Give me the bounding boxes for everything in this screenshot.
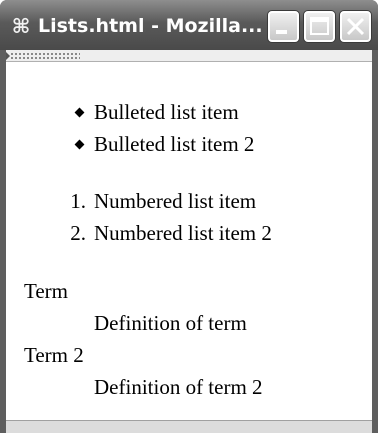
page-content: Bulleted list item Bulleted list item 2 …: [6, 62, 372, 420]
minimize-button[interactable]: [268, 11, 299, 42]
definition-term: Term 2: [24, 343, 84, 367]
bullet-icon: [74, 139, 85, 150]
list-number: 1.: [70, 189, 86, 213]
minimize-icon: [276, 30, 287, 34]
definition-description: Definition of term: [94, 311, 247, 335]
bulleted-list-item: Bulleted list item: [94, 100, 239, 124]
close-button[interactable]: [340, 11, 371, 42]
window-title: Lists.html - Mozilla...: [38, 15, 263, 37]
bulleted-list-item: Bulleted list item 2: [94, 132, 255, 156]
collapsed-toolbar[interactable]: [6, 50, 372, 62]
close-icon: [346, 17, 365, 36]
toolbar-grip[interactable]: [10, 52, 80, 60]
status-bar: [6, 420, 372, 433]
maximize-icon: [310, 17, 329, 35]
definition-description: Definition of term 2: [94, 375, 263, 399]
mozilla-app-icon[interactable]: ⌘: [9, 14, 33, 38]
definition-term: Term: [24, 279, 69, 303]
browser-window: ⌘ Lists.html - Mozilla... Bulleted list: [0, 0, 378, 433]
list-number: 2.: [70, 221, 86, 245]
numbered-list-item: Numbered list item 2: [94, 221, 272, 245]
title-bar[interactable]: ⌘ Lists.html - Mozilla...: [0, 0, 378, 50]
maximize-button[interactable]: [304, 11, 335, 42]
bullet-icon: [74, 107, 85, 118]
numbered-list-item: Numbered list item: [94, 189, 257, 213]
